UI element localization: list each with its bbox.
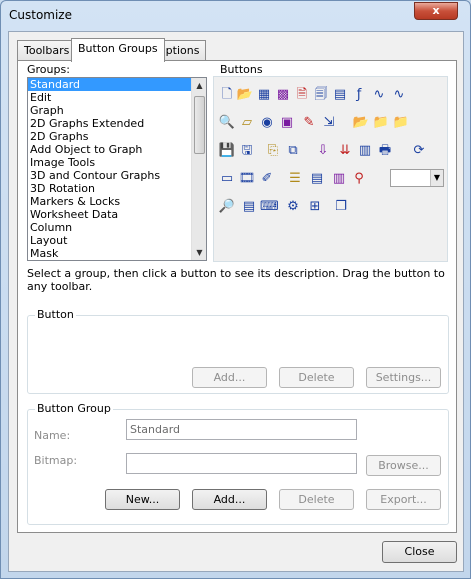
buttons-palette: 🗋 📂 ▦ ▩ 🗎 🗐 ▤ ƒ ∿ ∿ 🔍 ▱ ◉ ▣ ✎ ⇲ 📂 📁 📁 💾 🖫 ⎘ ⧉ ⇩ ⇊ ▥ 🖶 ⟳ ▭ 🎞 ✐ ☰ ▤ ▥ ⚲ 🔎 ▤ ⌨ ⚙ ⊞…: [213, 76, 448, 262]
instructions-text: Select a group, then click a button to s…: [27, 267, 445, 293]
new-3d-graph-icon[interactable]: ∿: [390, 86, 408, 104]
notes-edit-icon[interactable]: ✎: [300, 114, 318, 132]
delete-group-button[interactable]: Delete: [279, 489, 354, 510]
new-matrix-icon[interactable]: ▩: [274, 86, 292, 104]
new-page-icon[interactable]: 🗋: [218, 86, 236, 104]
save-template-icon[interactable]: 🖫: [238, 142, 256, 160]
groups-listbox[interactable]: Standard Edit Graph 2D Graphs Extended 2D Gr…: [27, 77, 207, 261]
close-window-button[interactable]: x: [414, 2, 458, 20]
title-bar: Customize x: [1, 1, 470, 31]
import-wizard-icon[interactable]: ▥: [356, 142, 374, 160]
list-item[interactable]: Mask: [28, 247, 206, 260]
groups-label: Groups:: [27, 63, 70, 76]
chevron-down-icon[interactable]: ▼: [430, 170, 443, 186]
surface-icon[interactable]: ▱: [238, 114, 256, 132]
list-item[interactable]: 2D Graphs Extended: [28, 117, 206, 130]
results-log-icon[interactable]: ▤: [240, 198, 258, 216]
new-graph-icon[interactable]: ∿: [370, 86, 388, 104]
tab-toolbars[interactable]: Toolbars: [17, 40, 77, 61]
scroll-down-icon[interactable]: ▼: [192, 245, 206, 260]
list-item[interactable]: 3D Rotation: [28, 182, 206, 195]
new-notes-icon[interactable]: 🗐: [312, 86, 330, 104]
import-ascii-icon[interactable]: ⇩: [314, 142, 332, 160]
open-excel-icon[interactable]: 📁: [392, 114, 410, 132]
button-group-title: Button Group: [35, 402, 113, 415]
browse-button[interactable]: Browse...: [366, 455, 441, 476]
magnifier-graph-icon[interactable]: 🔍: [218, 114, 236, 132]
film-icon[interactable]: 🎞: [238, 170, 256, 188]
open-template-icon[interactable]: 📁: [372, 114, 390, 132]
search-icon[interactable]: 🔎: [218, 198, 236, 216]
list-item[interactable]: Edit: [28, 91, 206, 104]
bitmap-label: Bitmap:: [34, 454, 78, 467]
list-item[interactable]: Standard: [28, 78, 191, 91]
close-icon: x: [432, 4, 440, 17]
name-field[interactable]: Standard: [126, 419, 357, 440]
tree-icon[interactable]: ⚲: [350, 170, 368, 188]
add-column-icon[interactable]: ⊞: [306, 198, 324, 216]
open-project-icon[interactable]: 📂: [352, 114, 370, 132]
open-folder-icon[interactable]: 📂: [236, 86, 254, 104]
list-item[interactable]: Add Object to Graph: [28, 143, 206, 156]
list-item[interactable]: Markers & Locks: [28, 195, 206, 208]
button-groups-panel: Groups: Standard Edit Graph 2D Graphs Exten…: [17, 60, 457, 533]
window-title: Customize: [9, 8, 72, 22]
presentation-icon[interactable]: ▭: [218, 170, 236, 188]
buttons-label: Buttons: [220, 63, 263, 76]
save-icon[interactable]: 💾: [218, 142, 236, 160]
table-image-icon[interactable]: ▤: [308, 170, 326, 188]
add-button-disabled[interactable]: Add...: [192, 367, 267, 388]
globe-icon[interactable]: ◉: [258, 114, 276, 132]
dialog-body: Toolbars Button Groups Options Groups: S…: [8, 31, 464, 572]
list-item[interactable]: 2D Graphs: [28, 130, 206, 143]
list-item[interactable]: Layout: [28, 234, 206, 247]
palette-dropdown[interactable]: ▼: [390, 169, 444, 187]
name-label: Name:: [34, 429, 71, 442]
customize-dialog: Customize x Toolbars Button Groups Optio…: [0, 0, 471, 579]
bitmap-field[interactable]: [126, 453, 357, 474]
list-item[interactable]: 3D and Contour Graphs: [28, 169, 206, 182]
import-multiple-icon[interactable]: ⇊: [336, 142, 354, 160]
table-rows-icon[interactable]: ☰: [286, 170, 304, 188]
add-group-button[interactable]: Add...: [192, 489, 267, 510]
list-item[interactable]: Graph: [28, 104, 206, 117]
print-layout-icon[interactable]: ⎘: [264, 142, 282, 160]
settings-button[interactable]: Settings...: [366, 367, 441, 388]
settings-gear-icon[interactable]: ⚙: [284, 198, 302, 216]
table-export-icon[interactable]: ▥: [330, 170, 348, 188]
delete-button-disabled[interactable]: Delete: [279, 367, 354, 388]
button-group-section: Button Group Name: Standard Bitmap: Brow…: [27, 402, 449, 525]
image-icon[interactable]: ▣: [278, 114, 296, 132]
import-icon[interactable]: ⇲: [320, 114, 338, 132]
new-excel-icon[interactable]: 🗎: [293, 86, 311, 104]
list-item[interactable]: Column: [28, 221, 206, 234]
list-item[interactable]: Worksheet Data: [28, 208, 206, 221]
list-item[interactable]: Image Tools: [28, 156, 206, 169]
tab-button-groups[interactable]: Button Groups: [71, 38, 165, 62]
code-builder-icon[interactable]: ⌨: [260, 198, 278, 216]
groups-scrollbar[interactable]: ▲ ▼: [191, 78, 206, 260]
pen-icon[interactable]: ✐: [258, 170, 276, 188]
folder-stack-icon[interactable]: ❐: [332, 198, 350, 216]
close-button[interactable]: Close: [382, 541, 457, 563]
button-section: Button Add... Delete Settings...: [27, 308, 449, 394]
new-group-button[interactable]: New...: [105, 489, 180, 510]
new-function-icon[interactable]: ƒ: [350, 86, 368, 104]
scroll-up-icon[interactable]: ▲: [192, 78, 206, 93]
new-layout-icon[interactable]: ▤: [331, 86, 349, 104]
new-worksheet-icon[interactable]: ▦: [255, 86, 273, 104]
print-icon[interactable]: 🖶: [376, 142, 394, 160]
refresh-icon[interactable]: ⟳: [410, 142, 428, 160]
export-group-button[interactable]: Export...: [366, 489, 441, 510]
button-section-title: Button: [35, 308, 76, 321]
scroll-thumb[interactable]: [194, 96, 205, 154]
duplicate-icon[interactable]: ⧉: [284, 142, 302, 160]
